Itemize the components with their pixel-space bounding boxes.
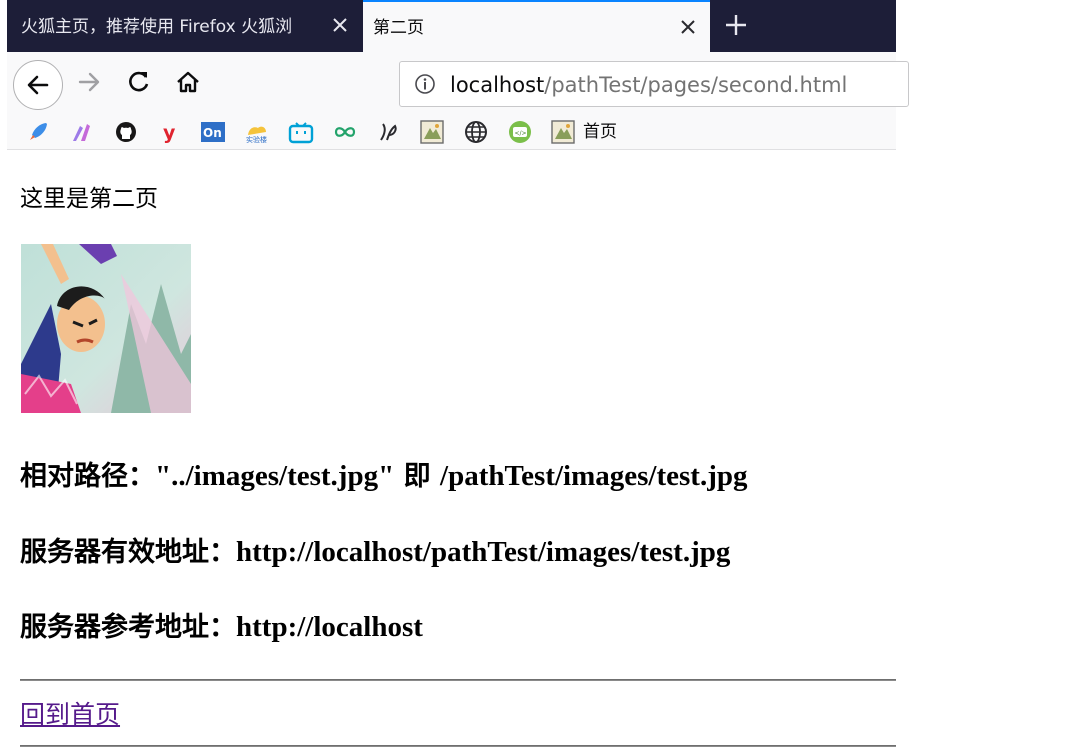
- new-tab-button[interactable]: [721, 10, 751, 40]
- reload-icon: [129, 71, 149, 92]
- page-content: 这里是第二页 相对路径："../images/test.jpg" 即 /path…: [7, 151, 896, 754]
- server-address-value: http://localhost/pathTest/images/test.jp…: [236, 536, 731, 568]
- plus-icon: [726, 15, 746, 35]
- bilibili-icon[interactable]: [288, 119, 314, 145]
- arrow-right-icon: [78, 72, 100, 92]
- home-icon: [177, 71, 199, 93]
- script-icon[interactable]: [376, 119, 402, 145]
- intro-text: 这里是第二页: [20, 186, 158, 212]
- forward-button[interactable]: [71, 64, 107, 100]
- infinity-icon[interactable]: [332, 119, 358, 145]
- nav-bar: localhost/pathTest/pages/second.html: [7, 52, 909, 112]
- url-path: /pathTest/pages/second.html: [544, 73, 848, 97]
- relative-path-connector: 即: [394, 461, 441, 492]
- svg-text:</>: </>: [515, 130, 527, 137]
- reference-address-value: http://localhost: [236, 611, 423, 643]
- server-address-label: 服务器有效地址：: [20, 537, 236, 568]
- image-icon[interactable]: [550, 119, 576, 145]
- reference-address-heading: 服务器参考地址：http://localhost: [20, 610, 423, 645]
- svg-text:实验楼: 实验楼: [246, 135, 267, 144]
- back-button[interactable]: [13, 60, 63, 110]
- test-image: [21, 244, 191, 413]
- tab-title: 火狐主页，推荐使用 Firefox 火狐浏: [21, 17, 293, 37]
- svg-text:On: On: [203, 126, 222, 140]
- y-icon[interactable]: y: [157, 119, 183, 145]
- reference-address-label: 服务器参考地址：: [20, 612, 236, 643]
- github-icon[interactable]: [113, 119, 139, 145]
- divider: [20, 679, 896, 681]
- code-icon[interactable]: </>: [507, 119, 533, 145]
- image-icon[interactable]: [419, 119, 445, 145]
- close-icon[interactable]: [328, 13, 352, 37]
- browser-window: 火狐主页，推荐使用 Firefox 火狐浏 第二页 localhost/path…: [7, 0, 909, 754]
- url-text[interactable]: localhost/pathTest/pages/second.html: [450, 72, 847, 98]
- svg-text:y: y: [163, 122, 176, 144]
- bookmark-home-label[interactable]: 首页: [583, 121, 617, 143]
- tab-title: 第二页: [373, 18, 424, 38]
- reload-button[interactable]: [121, 64, 157, 100]
- info-icon[interactable]: [414, 73, 436, 95]
- globe-icon[interactable]: [463, 119, 489, 145]
- url-bar[interactable]: localhost/pathTest/pages/second.html: [399, 61, 909, 107]
- bookmarks-toolbar: y On 实验楼 </> 首页: [7, 112, 896, 150]
- relative-path-heading: 相对路径："../images/test.jpg" 即 /pathTest/im…: [20, 459, 747, 494]
- relative-path-result: /pathTest/images/test.jpg: [440, 460, 748, 492]
- back-home-link[interactable]: 回到首页: [20, 699, 120, 731]
- labs-icon[interactable]: 实验楼: [244, 119, 270, 145]
- relative-path-label: 相对路径：: [20, 461, 155, 492]
- url-host: localhost: [450, 73, 545, 97]
- home-button[interactable]: [170, 64, 206, 100]
- arrow-left-icon: [27, 75, 49, 95]
- divider: [20, 745, 896, 747]
- tab-second-page[interactable]: 第二页: [363, 0, 710, 52]
- rocket-icon[interactable]: [25, 119, 51, 145]
- brush-icon[interactable]: [69, 119, 95, 145]
- tab-bar: 火狐主页，推荐使用 Firefox 火狐浏 第二页: [7, 0, 896, 52]
- relative-path-value: "../images/test.jpg": [155, 460, 395, 492]
- close-icon[interactable]: [676, 15, 700, 39]
- server-address-heading: 服务器有效地址：http://localhost/pathTest/images…: [20, 535, 730, 570]
- tab-firefox-home[interactable]: 火狐主页，推荐使用 Firefox 火狐浏: [7, 0, 352, 52]
- on-icon[interactable]: On: [200, 119, 226, 145]
